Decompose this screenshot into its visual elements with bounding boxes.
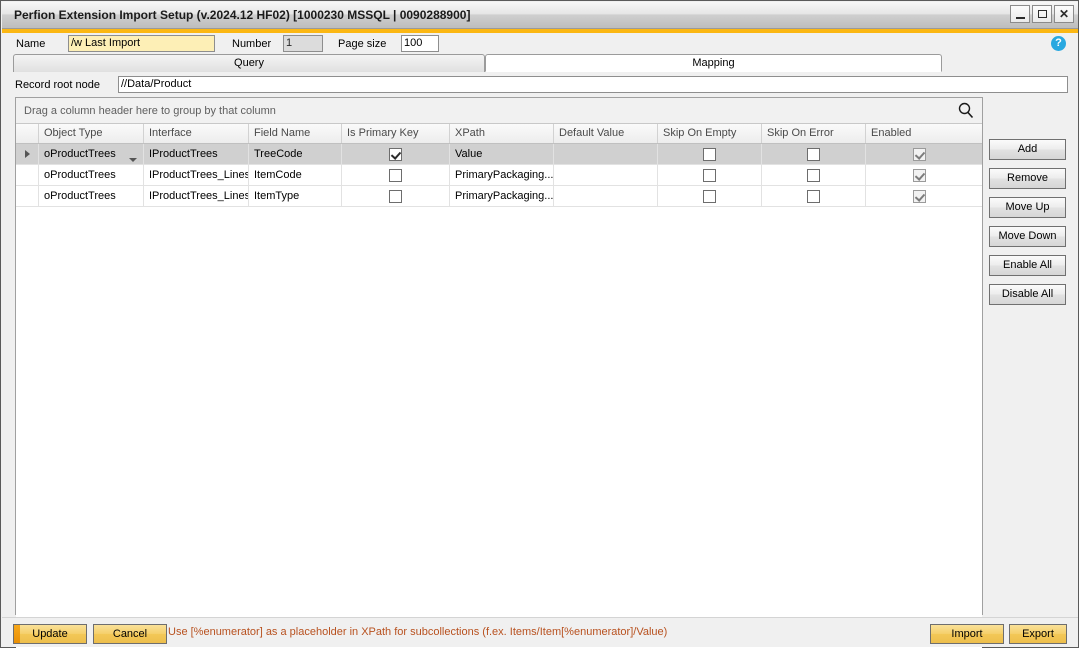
cell-skip-on-error[interactable] bbox=[762, 165, 866, 185]
skip-on-error-checkbox[interactable] bbox=[807, 168, 820, 182]
tab-query[interactable]: Query bbox=[13, 54, 485, 72]
page-size-input[interactable]: 100 bbox=[401, 35, 439, 52]
cell-interface[interactable]: IProductTrees_Lines bbox=[144, 165, 249, 185]
is-primary-key-checkbox[interactable] bbox=[389, 147, 402, 161]
export-button[interactable]: Export bbox=[1009, 624, 1067, 644]
footer-bar: Update Cancel Use [%enumerator] as a pla… bbox=[2, 617, 1078, 647]
cell-enabled[interactable] bbox=[866, 144, 972, 164]
top-field-row: Name /w Last Import Number 1 Page size 1… bbox=[2, 33, 1078, 53]
grid-header-skip-on-empty[interactable]: Skip On Empty bbox=[658, 124, 762, 143]
record-root-row: Record root node //Data/Product bbox=[13, 76, 1068, 94]
cell-xpath[interactable]: Value bbox=[450, 144, 554, 164]
cell-default-value[interactable] bbox=[554, 144, 658, 164]
grid-header-default-value[interactable]: Default Value bbox=[554, 124, 658, 143]
cell-enabled[interactable] bbox=[866, 165, 972, 185]
enable-all-button[interactable]: Enable All bbox=[989, 255, 1066, 276]
cell-skip-on-empty[interactable] bbox=[658, 186, 762, 206]
move-down-button[interactable]: Move Down bbox=[989, 226, 1066, 247]
cell-enabled[interactable] bbox=[866, 186, 972, 206]
help-icon[interactable]: ? bbox=[1051, 36, 1066, 51]
cell-object-type[interactable]: oProductTrees bbox=[39, 186, 144, 206]
table-row[interactable]: oProductTrees IProductTrees_Lines ItemTy… bbox=[16, 186, 982, 207]
group-by-bar[interactable]: Drag a column header here to group by th… bbox=[16, 98, 982, 124]
cell-skip-on-empty[interactable] bbox=[658, 144, 762, 164]
disable-all-button[interactable]: Disable All bbox=[989, 284, 1066, 305]
footer-hint: Use [%enumerator] as a placeholder in XP… bbox=[168, 626, 668, 638]
table-row[interactable]: oProductTrees IProductTrees_Lines ItemCo… bbox=[16, 165, 982, 186]
application-window: Perfion Extension Import Setup (v.2024.1… bbox=[0, 0, 1079, 656]
close-icon: ✕ bbox=[1058, 7, 1070, 21]
import-button[interactable]: Import bbox=[930, 624, 1004, 644]
skip-on-empty-checkbox[interactable] bbox=[703, 189, 716, 203]
grid-action-buttons: Add Remove Move Up Move Down Enable All … bbox=[989, 139, 1066, 313]
page-size-label: Page size bbox=[338, 38, 387, 50]
cell-xpath[interactable]: PrimaryPackaging... bbox=[450, 186, 554, 206]
window-controls: ✕ bbox=[1010, 5, 1074, 23]
grid-header-interface[interactable]: Interface bbox=[144, 124, 249, 143]
search-icon[interactable] bbox=[958, 102, 974, 119]
cell-interface[interactable]: IProductTrees_Lines bbox=[144, 186, 249, 206]
current-row-arrow-icon bbox=[24, 150, 30, 158]
number-input: 1 bbox=[283, 35, 323, 52]
close-button[interactable]: ✕ bbox=[1054, 5, 1074, 23]
group-by-hint: Drag a column header here to group by th… bbox=[24, 105, 276, 117]
skip-on-error-checkbox[interactable] bbox=[807, 147, 820, 161]
row-indicator bbox=[16, 165, 39, 185]
cell-is-primary-key[interactable] bbox=[342, 165, 450, 185]
cell-field-name[interactable]: ItemType bbox=[249, 186, 342, 206]
name-input[interactable]: /w Last Import bbox=[68, 35, 215, 52]
cell-is-primary-key[interactable] bbox=[342, 144, 450, 164]
cell-default-value[interactable] bbox=[554, 165, 658, 185]
window-title: Perfion Extension Import Setup (v.2024.1… bbox=[14, 8, 471, 22]
grid-header-is-primary-key[interactable]: Is Primary Key bbox=[342, 124, 450, 143]
maximize-button[interactable] bbox=[1032, 5, 1052, 23]
cell-default-value[interactable] bbox=[554, 186, 658, 206]
row-indicator bbox=[16, 144, 39, 164]
tab-mapping[interactable]: Mapping bbox=[485, 54, 942, 72]
cell-field-name[interactable]: TreeCode bbox=[249, 144, 342, 164]
cell-interface[interactable]: IProductTrees bbox=[144, 144, 249, 164]
enabled-checkbox[interactable] bbox=[912, 147, 926, 161]
grid-empty-area bbox=[16, 207, 982, 656]
row-indicator bbox=[16, 186, 39, 206]
grid-header-enabled[interactable]: Enabled bbox=[866, 124, 972, 143]
cell-is-primary-key[interactable] bbox=[342, 186, 450, 206]
skip-on-error-checkbox[interactable] bbox=[807, 189, 820, 203]
enabled-checkbox[interactable] bbox=[912, 189, 926, 203]
skip-on-empty-checkbox[interactable] bbox=[703, 168, 716, 182]
grid-header-row: Object Type Interface Field Name Is Prim… bbox=[16, 124, 982, 144]
cell-skip-on-error[interactable] bbox=[762, 144, 866, 164]
remove-button[interactable]: Remove bbox=[989, 168, 1066, 189]
is-primary-key-checkbox[interactable] bbox=[389, 189, 402, 203]
minimize-button[interactable] bbox=[1010, 5, 1030, 23]
grid-header-indicator bbox=[16, 124, 39, 143]
name-label: Name bbox=[16, 38, 46, 50]
cell-skip-on-empty[interactable] bbox=[658, 165, 762, 185]
cell-field-name[interactable]: ItemCode bbox=[249, 165, 342, 185]
title-bar: Perfion Extension Import Setup (v.2024.1… bbox=[2, 2, 1078, 29]
tab-strip: Query Mapping bbox=[13, 54, 1068, 72]
maximize-icon bbox=[1037, 10, 1047, 18]
update-button[interactable]: Update bbox=[13, 624, 87, 644]
cell-object-type[interactable]: oProductTrees bbox=[39, 165, 144, 185]
grid-header-skip-on-error[interactable]: Skip On Error bbox=[762, 124, 866, 143]
grid-header-object-type[interactable]: Object Type bbox=[39, 124, 144, 143]
cell-xpath[interactable]: PrimaryPackaging... bbox=[450, 165, 554, 185]
record-root-input[interactable]: //Data/Product bbox=[118, 76, 1068, 93]
cancel-button[interactable]: Cancel bbox=[93, 624, 167, 644]
skip-on-empty-checkbox[interactable] bbox=[703, 147, 716, 161]
number-label: Number bbox=[232, 38, 272, 50]
add-button[interactable]: Add bbox=[989, 139, 1066, 160]
grid-header-xpath[interactable]: XPath bbox=[450, 124, 554, 143]
object-type-dropdown-arrow-icon[interactable] bbox=[129, 158, 137, 162]
table-row[interactable]: oProductTrees IProductTrees TreeCode Val… bbox=[16, 144, 982, 165]
is-primary-key-checkbox[interactable] bbox=[389, 168, 402, 182]
record-root-label: Record root node bbox=[15, 79, 100, 91]
enabled-checkbox[interactable] bbox=[912, 168, 926, 182]
minimize-icon bbox=[1015, 16, 1025, 19]
grid-header-field-name[interactable]: Field Name bbox=[249, 124, 342, 143]
mapping-grid-panel: Drag a column header here to group by th… bbox=[15, 97, 983, 656]
cell-skip-on-error[interactable] bbox=[762, 186, 866, 206]
move-up-button[interactable]: Move Up bbox=[989, 197, 1066, 218]
